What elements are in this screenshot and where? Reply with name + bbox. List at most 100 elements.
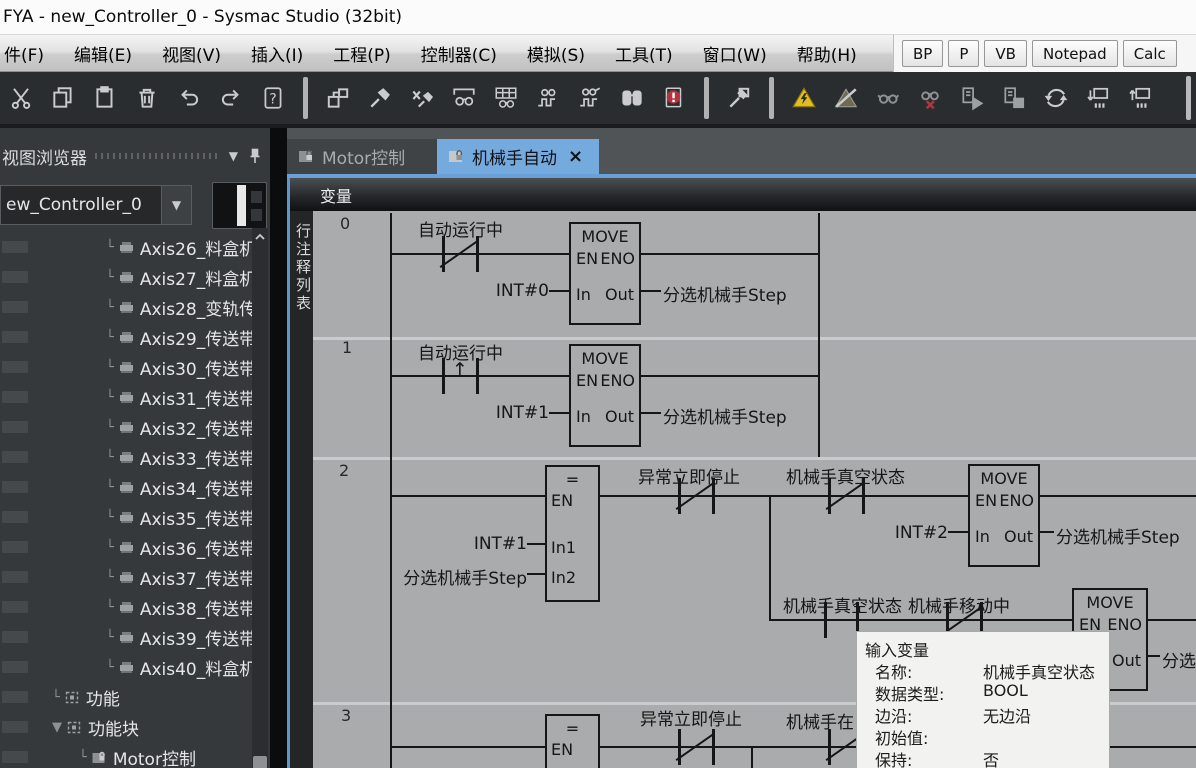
menu-view[interactable]: 视图(V)	[147, 35, 236, 71]
rung-number[interactable]: 1	[342, 338, 352, 357]
sidebar-item-axis32[interactable]: └Axis32_传送带	[0, 412, 252, 442]
sidebar-item-axis28[interactable]: └Axis28_变轨传	[0, 292, 252, 322]
close-icon[interactable]: ×	[568, 146, 583, 167]
sidebar-item-axis29[interactable]: └Axis29_传送带	[0, 322, 252, 352]
quick-button-bp[interactable]: BP	[902, 40, 943, 67]
contact-operand-label[interactable]: 机械手移动中	[908, 592, 1010, 617]
differential-trace-icon[interactable]	[573, 78, 607, 118]
watch-table-icon[interactable]	[489, 78, 523, 118]
block-en: EN	[975, 491, 997, 510]
menu-controller[interactable]: 控制器(C)	[406, 35, 512, 71]
sidebar-item-axis31[interactable]: └Axis31_传送带	[0, 382, 252, 412]
block-in-operand[interactable]: INT#0	[450, 281, 549, 301]
contact-operand-label[interactable]: 自动运行中	[418, 216, 503, 241]
menu-tools[interactable]: 工具(T)	[600, 35, 688, 71]
contact-operand-label[interactable]: 异常立即停止	[638, 463, 740, 488]
controller-select[interactable]: ew_Controller_0 ▼	[0, 185, 192, 225]
search-icon[interactable]	[615, 78, 649, 118]
undo-icon[interactable]	[172, 78, 206, 118]
block-in2-operand[interactable]: 分选机械手Step	[360, 564, 527, 589]
rung-comment-strip[interactable]: 行注释列表	[290, 211, 313, 768]
monitor-icon[interactable]	[871, 78, 905, 118]
menu-edit[interactable]: 编辑(E)	[59, 35, 147, 71]
menu-file[interactable]: 件(F)	[0, 35, 59, 71]
chevron-down-icon[interactable]: ▼	[161, 186, 191, 224]
scrollbar-thumb[interactable]	[253, 756, 267, 768]
rung-number[interactable]: 3	[341, 706, 351, 725]
no-contact[interactable]	[824, 602, 827, 638]
block-in1-operand[interactable]: INT#1	[430, 534, 527, 554]
transfer-from-controller-icon[interactable]	[997, 78, 1031, 118]
build-objects-icon[interactable]	[321, 78, 355, 118]
upload-from-controller-icon[interactable]	[1123, 78, 1157, 118]
build-controller-icon[interactable]	[722, 78, 756, 118]
quick-button-notepad[interactable]: Notepad	[1032, 40, 1118, 67]
rung-number[interactable]: 2	[339, 461, 349, 480]
block-in-operand[interactable]: INT#2	[850, 523, 948, 543]
sidebar-item-axis36[interactable]: └Axis36_传送带	[0, 532, 252, 562]
sidebar-item-axis34[interactable]: └Axis34_传送带	[0, 472, 252, 502]
rung-number[interactable]: 0	[340, 214, 350, 233]
contact-operand-label[interactable]: 机械手真空状态	[783, 592, 902, 617]
equals-function-block[interactable]: = EN	[545, 714, 600, 768]
menu-help[interactable]: 帮助(H)	[782, 35, 872, 71]
cut-icon[interactable]	[4, 78, 38, 118]
contact-operand-label[interactable]: 机械手真空状态	[786, 463, 905, 488]
block-in-operand[interactable]: INT#1	[450, 403, 549, 423]
menu-insert[interactable]: 插入(I)	[236, 35, 318, 71]
pin-icon[interactable]	[248, 148, 262, 164]
quick-button-calc[interactable]: Calc	[1123, 40, 1177, 67]
scroll-up-icon[interactable]	[254, 230, 266, 244]
synchronize-icon[interactable]	[1039, 78, 1073, 118]
sidebar-item-axis26[interactable]: └Axis26_料盒机	[0, 232, 252, 262]
menu-window[interactable]: 窗口(W)	[688, 35, 782, 71]
data-trace-icon[interactable]	[531, 78, 565, 118]
sidebar-item-axis27[interactable]: └Axis27_料盒机	[0, 262, 252, 292]
quick-button-p[interactable]: P	[948, 40, 979, 67]
sidebar-scrollbar[interactable]	[252, 228, 268, 768]
watch-window-icon[interactable]	[447, 78, 481, 118]
rebuild-icon[interactable]	[405, 78, 439, 118]
tab-motor-control[interactable]: Motor控制	[287, 139, 437, 174]
transfer-to-controller-icon[interactable]	[955, 78, 989, 118]
redo-icon[interactable]	[214, 78, 248, 118]
block-out-operand[interactable]: 分选机械手Step	[663, 281, 787, 306]
pane-divider[interactable]	[270, 128, 287, 768]
paste-icon[interactable]	[88, 78, 122, 118]
go-offline-icon[interactable]	[829, 78, 863, 118]
contact-operand-label[interactable]: 异常立即停止	[640, 705, 742, 730]
help-icon[interactable]: ?	[256, 78, 290, 118]
download-to-controller-icon[interactable]	[1081, 78, 1115, 118]
sidebar-item-axis39[interactable]: └Axis39_传送带	[0, 622, 252, 652]
sidebar-item-axis35[interactable]: └Axis35_传送带	[0, 502, 252, 532]
toolbar-edge-handle[interactable]	[1186, 76, 1191, 120]
sidebar-item-motor-control[interactable]: └Motor控制	[0, 742, 252, 768]
stop-monitor-icon[interactable]	[913, 78, 947, 118]
menu-simulation[interactable]: 模拟(S)	[512, 35, 600, 71]
chevron-down-icon[interactable]: ▼	[229, 149, 238, 163]
block-out-operand[interactable]: 分选	[1162, 647, 1196, 672]
block-out-operand[interactable]: 分选机械手Step	[663, 403, 787, 428]
sidebar-item-axis38[interactable]: └Axis38_传送带	[0, 592, 252, 622]
go-online-icon[interactable]	[787, 78, 821, 118]
sidebar-item-axis30[interactable]: └Axis30_传送带	[0, 352, 252, 382]
delete-icon[interactable]	[130, 78, 164, 118]
equals-function-block[interactable]: = EN In1 In2	[545, 465, 600, 602]
variables-bar[interactable]: 变量	[287, 178, 1196, 211]
quick-button-vb[interactable]: VB	[984, 40, 1027, 67]
sidebar-item-function-blocks[interactable]: ▼功能块	[0, 712, 252, 742]
sidebar-item-axis33[interactable]: └Axis33_传送带	[0, 442, 252, 472]
build-icon[interactable]	[363, 78, 397, 118]
copy-icon[interactable]	[46, 78, 80, 118]
move-function-block[interactable]: MOVE EN ENO In Out	[569, 222, 641, 325]
move-function-block[interactable]: MOVE EN ENO In Out	[968, 464, 1040, 567]
tab-robot-auto[interactable]: 机械手自动 ×	[437, 139, 599, 174]
block-out-operand[interactable]: 分选机械手Step	[1056, 523, 1180, 548]
sidebar-item-functions[interactable]: └功能	[0, 682, 252, 712]
sidebar-item-axis37[interactable]: └Axis37_传送带	[0, 562, 252, 592]
menu-project[interactable]: 工程(P)	[318, 35, 406, 71]
sidebar-item-axis40[interactable]: └Axis40_料盒机	[0, 652, 252, 682]
move-function-block[interactable]: MOVE EN ENO In Out	[569, 344, 641, 447]
troubleshoot-icon[interactable]	[657, 78, 691, 118]
contact-operand-label[interactable]: 机械手在	[786, 708, 854, 733]
